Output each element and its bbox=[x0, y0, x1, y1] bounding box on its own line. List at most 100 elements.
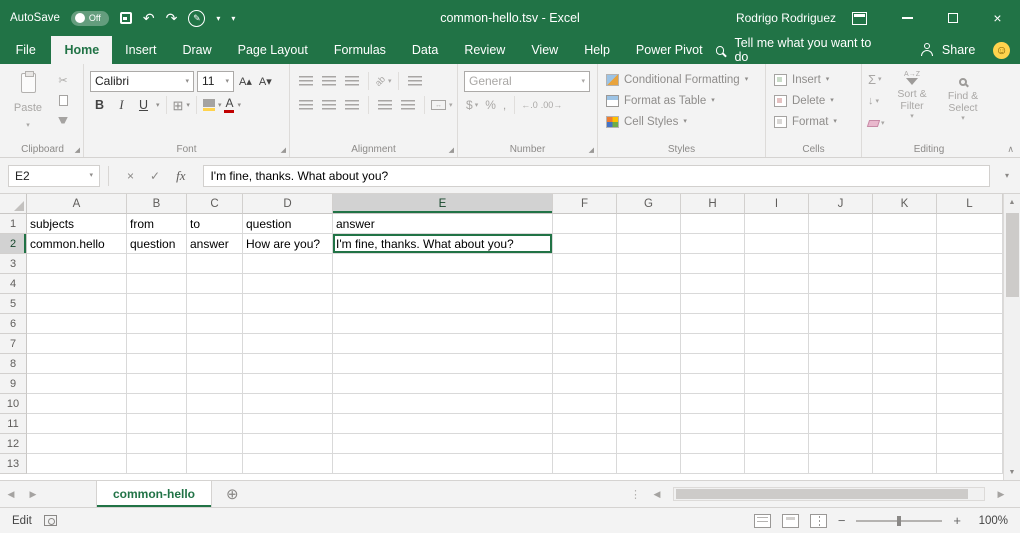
cell-K5[interactable] bbox=[873, 294, 937, 314]
expand-formula-bar-icon[interactable]: ▾ bbox=[998, 171, 1016, 180]
align-right-icon[interactable] bbox=[342, 97, 362, 113]
cell-J12[interactable] bbox=[809, 434, 873, 454]
hscroll-right-icon[interactable]: ▶ bbox=[990, 489, 1012, 500]
font-dialog-launcher-icon[interactable]: ◢ bbox=[281, 147, 286, 154]
alignment-dialog-launcher-icon[interactable]: ◢ bbox=[449, 147, 454, 154]
cell-K10[interactable] bbox=[873, 394, 937, 414]
paste-button[interactable]: Paste ▾ bbox=[8, 69, 48, 131]
cell-J5[interactable] bbox=[809, 294, 873, 314]
cell-I11[interactable] bbox=[745, 414, 809, 434]
cell-E7[interactable] bbox=[333, 334, 553, 354]
autosave-toggle[interactable]: Off bbox=[71, 11, 109, 26]
cell-C9[interactable] bbox=[187, 374, 243, 394]
cell-J9[interactable] bbox=[809, 374, 873, 394]
cell-F10[interactable] bbox=[553, 394, 617, 414]
cell-F5[interactable] bbox=[553, 294, 617, 314]
minimize-button[interactable] bbox=[885, 0, 930, 36]
cell-D13[interactable] bbox=[243, 454, 333, 474]
cell-G1[interactable] bbox=[617, 214, 681, 234]
cell-L5[interactable] bbox=[937, 294, 1003, 314]
cell-C10[interactable] bbox=[187, 394, 243, 414]
scroll-up-icon[interactable]: ▲ bbox=[1004, 194, 1020, 210]
cell-D7[interactable] bbox=[243, 334, 333, 354]
cell-H5[interactable] bbox=[681, 294, 745, 314]
cell-B10[interactable] bbox=[127, 394, 187, 414]
column-header-J[interactable]: J bbox=[809, 194, 873, 214]
cell-J10[interactable] bbox=[809, 394, 873, 414]
tab-data[interactable]: Data bbox=[399, 36, 451, 64]
new-sheet-icon[interactable]: ⊕ bbox=[226, 487, 239, 502]
cell-A4[interactable] bbox=[27, 274, 127, 294]
wrap-text-icon[interactable] bbox=[405, 73, 425, 89]
name-box[interactable]: E2 ▾ bbox=[8, 165, 100, 187]
row-header-8[interactable]: 8 bbox=[0, 354, 27, 374]
tab-page-layout[interactable]: Page Layout bbox=[225, 36, 321, 64]
cell-G13[interactable] bbox=[617, 454, 681, 474]
cell-L7[interactable] bbox=[937, 334, 1003, 354]
cell-D8[interactable] bbox=[243, 354, 333, 374]
column-header-G[interactable]: G bbox=[617, 194, 681, 214]
cell-K7[interactable] bbox=[873, 334, 937, 354]
percent-style-icon[interactable]: % bbox=[483, 98, 498, 112]
row-header-13[interactable]: 13 bbox=[0, 454, 27, 474]
bold-button[interactable]: B bbox=[90, 96, 109, 115]
underline-button[interactable]: U bbox=[134, 96, 153, 115]
cell-G6[interactable] bbox=[617, 314, 681, 334]
tab-review[interactable]: Review bbox=[451, 36, 518, 64]
feedback-smiley-icon[interactable]: ☺ bbox=[993, 42, 1010, 59]
cells-format[interactable]: Format▾ bbox=[772, 111, 857, 132]
column-header-D[interactable]: D bbox=[243, 194, 333, 214]
cell-A8[interactable] bbox=[27, 354, 127, 374]
styles-cell-styles[interactable]: Cell Styles▾ bbox=[604, 111, 761, 132]
copy-icon[interactable] bbox=[53, 92, 73, 108]
cell-D9[interactable] bbox=[243, 374, 333, 394]
autosum-button[interactable]: Σ▾ bbox=[868, 69, 885, 89]
number-format-combo[interactable]: General ▾ bbox=[464, 71, 590, 92]
cells-insert[interactable]: Insert▾ bbox=[772, 69, 857, 90]
column-header-F[interactable]: F bbox=[553, 194, 617, 214]
row-header-1[interactable]: 1 bbox=[0, 214, 27, 234]
cell-J11[interactable] bbox=[809, 414, 873, 434]
cell-F7[interactable] bbox=[553, 334, 617, 354]
cell-B3[interactable] bbox=[127, 254, 187, 274]
increase-font-size-icon[interactable]: A▴ bbox=[237, 75, 254, 88]
italic-button[interactable]: I bbox=[112, 96, 131, 115]
hscroll-thumb[interactable] bbox=[676, 489, 968, 499]
clipboard-dialog-launcher-icon[interactable]: ◢ bbox=[75, 147, 80, 154]
cell-A7[interactable] bbox=[27, 334, 127, 354]
cell-B8[interactable] bbox=[127, 354, 187, 374]
cell-B6[interactable] bbox=[127, 314, 187, 334]
cell-A11[interactable] bbox=[27, 414, 127, 434]
cell-J3[interactable] bbox=[809, 254, 873, 274]
cell-F1[interactable] bbox=[553, 214, 617, 234]
find-select-button[interactable]: Find & Select ▾ bbox=[940, 69, 987, 133]
cell-L10[interactable] bbox=[937, 394, 1003, 414]
cell-G8[interactable] bbox=[617, 354, 681, 374]
currency-format-icon[interactable]: $▾ bbox=[464, 98, 480, 112]
cell-C12[interactable] bbox=[187, 434, 243, 454]
cell-D1[interactable]: question bbox=[243, 214, 333, 234]
number-dialog-launcher-icon[interactable]: ◢ bbox=[589, 147, 594, 154]
cell-J8[interactable] bbox=[809, 354, 873, 374]
cell-D4[interactable] bbox=[243, 274, 333, 294]
cell-B4[interactable] bbox=[127, 274, 187, 294]
ink-pen-icon[interactable]: ✎ bbox=[188, 10, 205, 27]
row-header-10[interactable]: 10 bbox=[0, 394, 27, 414]
formula-input[interactable]: I'm fine, thanks. What about you? bbox=[203, 165, 990, 187]
cell-L3[interactable] bbox=[937, 254, 1003, 274]
tab-home[interactable]: Home bbox=[51, 36, 112, 64]
cell-G10[interactable] bbox=[617, 394, 681, 414]
cell-I3[interactable] bbox=[745, 254, 809, 274]
user-name[interactable]: Rodrigo Rodriguez bbox=[736, 11, 836, 25]
cell-G5[interactable] bbox=[617, 294, 681, 314]
cell-H9[interactable] bbox=[681, 374, 745, 394]
sheet-tab-common-hello[interactable]: common-hello bbox=[96, 481, 212, 507]
cell-G12[interactable] bbox=[617, 434, 681, 454]
cell-D2[interactable]: How are you? bbox=[243, 234, 333, 254]
cell-I5[interactable] bbox=[745, 294, 809, 314]
cell-B2[interactable]: question bbox=[127, 234, 187, 254]
insert-function-icon[interactable]: fx bbox=[176, 168, 185, 184]
row-header-6[interactable]: 6 bbox=[0, 314, 27, 334]
cell-G11[interactable] bbox=[617, 414, 681, 434]
cell-L2[interactable] bbox=[937, 234, 1003, 254]
